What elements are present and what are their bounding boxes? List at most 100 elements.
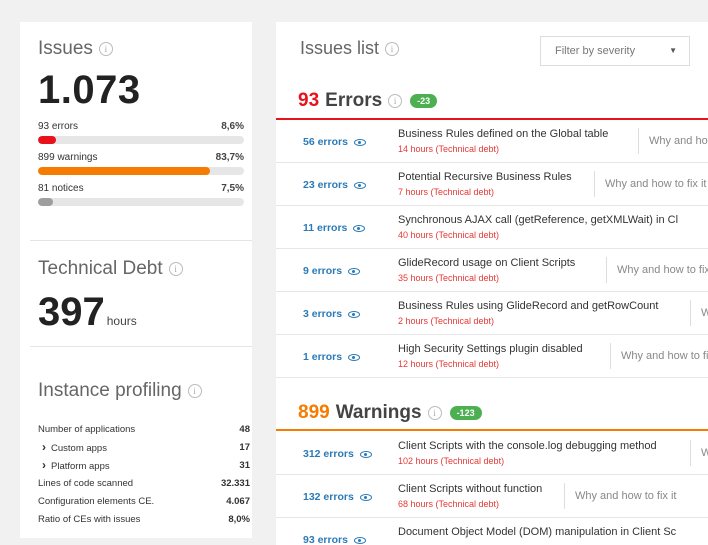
- issue-count: 9 errors: [303, 265, 343, 277]
- issue-count: 132 errors: [303, 491, 354, 503]
- issue-debt: 2 hours (Technical debt): [398, 316, 495, 326]
- issue-row[interactable]: 23 errors Potential Recursive Business Ru…: [276, 163, 708, 206]
- why-fix-link[interactable]: Why and how to fix it: [690, 440, 708, 466]
- issue-count-link[interactable]: 23 errors: [303, 179, 366, 191]
- issue-count: 1 errors: [303, 351, 343, 363]
- stat-label: 899 warnings: [38, 152, 98, 163]
- issue-count: 3 errors: [303, 308, 343, 320]
- issue-count: 56 errors: [303, 136, 348, 148]
- issue-title: Business Rules using GlideRecord and get…: [398, 300, 659, 312]
- stat-label: 81 notices: [38, 183, 84, 194]
- why-fix-link[interactable]: Why and how to fix it: [564, 483, 677, 509]
- issue-title: GlideRecord usage on Client Scripts: [398, 257, 576, 269]
- warnings-group-header: 899 Warnings i -123: [298, 402, 482, 424]
- issue-count-link[interactable]: 93 errors: [303, 534, 366, 545]
- profiling-value: 31: [239, 459, 250, 471]
- issue-debt: 12 hours (Technical debt): [398, 359, 500, 369]
- issue-title: Client Scripts without function: [398, 483, 543, 495]
- divider: [30, 240, 252, 241]
- stat-bar-fill: [38, 167, 211, 175]
- issue-row[interactable]: 9 errors GlideRecord usage on Client Scri…: [276, 249, 708, 292]
- issue-row[interactable]: 56 errors Business Rules defined on the G…: [276, 120, 708, 163]
- issue-count: 93 errors: [303, 534, 348, 545]
- errors-delta-badge: -23: [410, 94, 438, 108]
- divider: [30, 346, 252, 347]
- issues-title: Issues: [38, 38, 93, 59]
- stat-label: 93 errors: [38, 121, 79, 132]
- stat-row: 93 errors 8,6%: [38, 121, 244, 132]
- info-icon[interactable]: i: [98, 42, 113, 56]
- why-fix-link[interactable]: Why and how to fix it: [638, 128, 708, 154]
- profiling-label: › Custom apps: [38, 440, 107, 454]
- profiling-expandable-row[interactable]: › Custom apps 17: [38, 438, 250, 456]
- issue-count: 11 errors: [303, 222, 348, 234]
- issue-row[interactable]: 312 errors Client Scripts with the consol…: [276, 432, 708, 475]
- issue-count-link[interactable]: 11 errors: [303, 222, 366, 234]
- why-fix-link[interactable]: Why and how to fix it: [690, 300, 708, 326]
- issues-section: Issues i 1.073 93 errors 8,6% 899 warnings…: [38, 38, 244, 206]
- warnings-label: Warnings: [335, 402, 422, 423]
- issue-title: Potential Recursive Business Rules: [398, 171, 572, 183]
- profiling-label: Number of applications: [38, 424, 135, 435]
- eye-icon: [348, 267, 361, 275]
- stat-bar-fill: [38, 198, 54, 206]
- profiling-label-text: Ratio of CEs with issues: [38, 513, 141, 525]
- issue-debt: 102 hours (Technical debt): [398, 456, 505, 466]
- why-fix-link[interactable]: Why and how to fix it: [594, 171, 707, 197]
- issue-count-link[interactable]: 56 errors: [303, 136, 366, 148]
- errors-count: 93: [298, 90, 320, 111]
- profiling-row: Ratio of CEs with issues 8,0%: [38, 510, 250, 528]
- profiling-label-text: Platform apps: [51, 461, 110, 472]
- issue-row[interactable]: 1 errors High Security Settings plugin di…: [276, 335, 708, 378]
- info-icon[interactable]: i: [427, 406, 442, 420]
- stat-bar-fill: [38, 136, 56, 144]
- issue-row[interactable]: 93 errors Document Object Model (DOM) man…: [276, 518, 708, 545]
- issue-count-link[interactable]: 9 errors: [303, 265, 361, 277]
- profiling-list: Number of applications 48 › Custom apps 17 › P…: [38, 420, 250, 528]
- profiling-expandable-row[interactable]: › Platform apps 31: [38, 456, 250, 474]
- warnings-divider: [276, 429, 708, 431]
- why-fix-link[interactable]: Why and how to fix it: [610, 343, 708, 369]
- issue-debt: 35 hours (Technical debt): [398, 273, 500, 283]
- profiling-value: 8,0%: [228, 513, 250, 525]
- profiling-value: 17: [239, 441, 250, 453]
- profiling-label: › Platform apps: [38, 458, 110, 472]
- debt-value: 397: [38, 290, 105, 334]
- info-icon[interactable]: i: [168, 262, 183, 276]
- severity-filter-select[interactable]: Filter by severity ▼: [540, 36, 690, 66]
- stat-percent: 83,7%: [215, 152, 244, 163]
- issue-title: Document Object Model (DOM) manipulation…: [398, 526, 677, 538]
- stat-bar: [38, 136, 244, 144]
- stat-row: 899 warnings 83,7%: [38, 152, 244, 163]
- errors-label: Errors: [325, 90, 383, 111]
- eye-icon: [353, 138, 366, 146]
- issue-row[interactable]: 3 errors Business Rules using GlideRecord…: [276, 292, 708, 335]
- issue-row[interactable]: 132 errors Client Scripts without functio…: [276, 475, 708, 518]
- profiling-row: Number of applications 48: [38, 420, 250, 438]
- issue-count-link[interactable]: 312 errors: [303, 448, 372, 460]
- info-icon[interactable]: i: [385, 41, 400, 56]
- issue-count-link[interactable]: 132 errors: [303, 491, 372, 503]
- info-icon[interactable]: i: [187, 384, 202, 398]
- chevron-right-icon: ›: [42, 440, 46, 454]
- issue-count-link[interactable]: 1 errors: [303, 351, 361, 363]
- eye-icon: [359, 493, 372, 501]
- info-icon[interactable]: i: [388, 94, 403, 108]
- chevron-down-icon: ▼: [669, 46, 677, 55]
- stat-percent: 8,6%: [221, 121, 244, 132]
- debt-unit: hours: [106, 314, 137, 328]
- issue-count-link[interactable]: 3 errors: [303, 308, 361, 320]
- why-fix-link[interactable]: Why and how to fix it: [606, 257, 708, 283]
- profiling-label: Ratio of CEs with issues: [38, 514, 140, 525]
- chevron-right-icon: ›: [42, 458, 46, 472]
- issue-title: Synchronous AJAX call (getReference, get…: [398, 214, 679, 226]
- issue-row[interactable]: 11 errors Synchronous AJAX call (getRefer…: [276, 206, 708, 249]
- warnings-count: 899: [298, 402, 330, 423]
- issue-count: 23 errors: [303, 179, 348, 191]
- eye-icon: [353, 224, 366, 232]
- issue-debt: 14 hours (Technical debt): [398, 144, 500, 154]
- eye-icon: [353, 181, 366, 189]
- summary-panel: Issues i 1.073 93 errors 8,6% 899 warnings…: [20, 22, 252, 538]
- technical-debt-section: Technical Debt i 397 hours: [38, 258, 244, 335]
- profiling-title: Instance profiling: [38, 380, 182, 401]
